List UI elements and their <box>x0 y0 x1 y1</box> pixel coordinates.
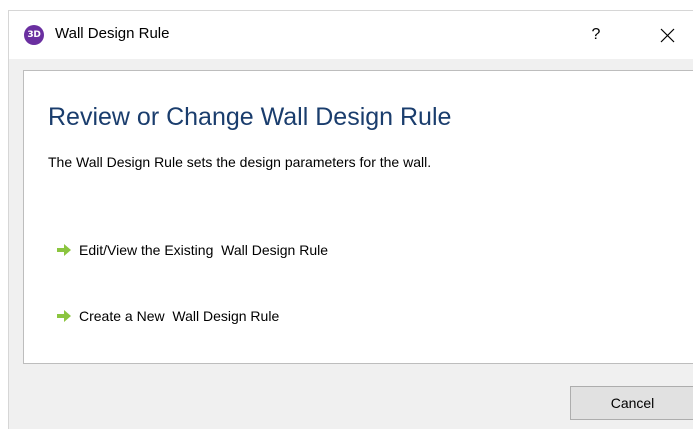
cancel-button[interactable]: Cancel <box>570 386 693 420</box>
green-arrow-icon <box>57 310 71 322</box>
create-new-rule-link[interactable]: Create a New Wall Design Rule <box>57 305 279 327</box>
dialog-window: 3D Wall Design Rule ? Review or Change W… <box>8 10 693 429</box>
close-icon <box>660 28 675 43</box>
edit-view-existing-rule-link[interactable]: Edit/View the Existing Wall Design Rule <box>57 239 328 261</box>
page-description: The Wall Design Rule sets the design par… <box>48 154 432 170</box>
create-new-rule-label: Create a New Wall Design Rule <box>79 308 280 324</box>
edit-view-existing-rule-label: Edit/View the Existing Wall Design Rule <box>79 242 328 258</box>
content-panel: Review or Change Wall Design Rule The Wa… <box>23 70 693 364</box>
title-bar: 3D Wall Design Rule ? <box>9 11 693 59</box>
app-3d-icon: 3D <box>24 25 44 45</box>
page-title: Review or Change Wall Design Rule <box>48 103 452 131</box>
green-arrow-icon <box>57 244 71 256</box>
window-title: Wall Design Rule <box>55 25 170 42</box>
close-button[interactable] <box>649 19 685 51</box>
help-button[interactable]: ? <box>581 19 611 51</box>
